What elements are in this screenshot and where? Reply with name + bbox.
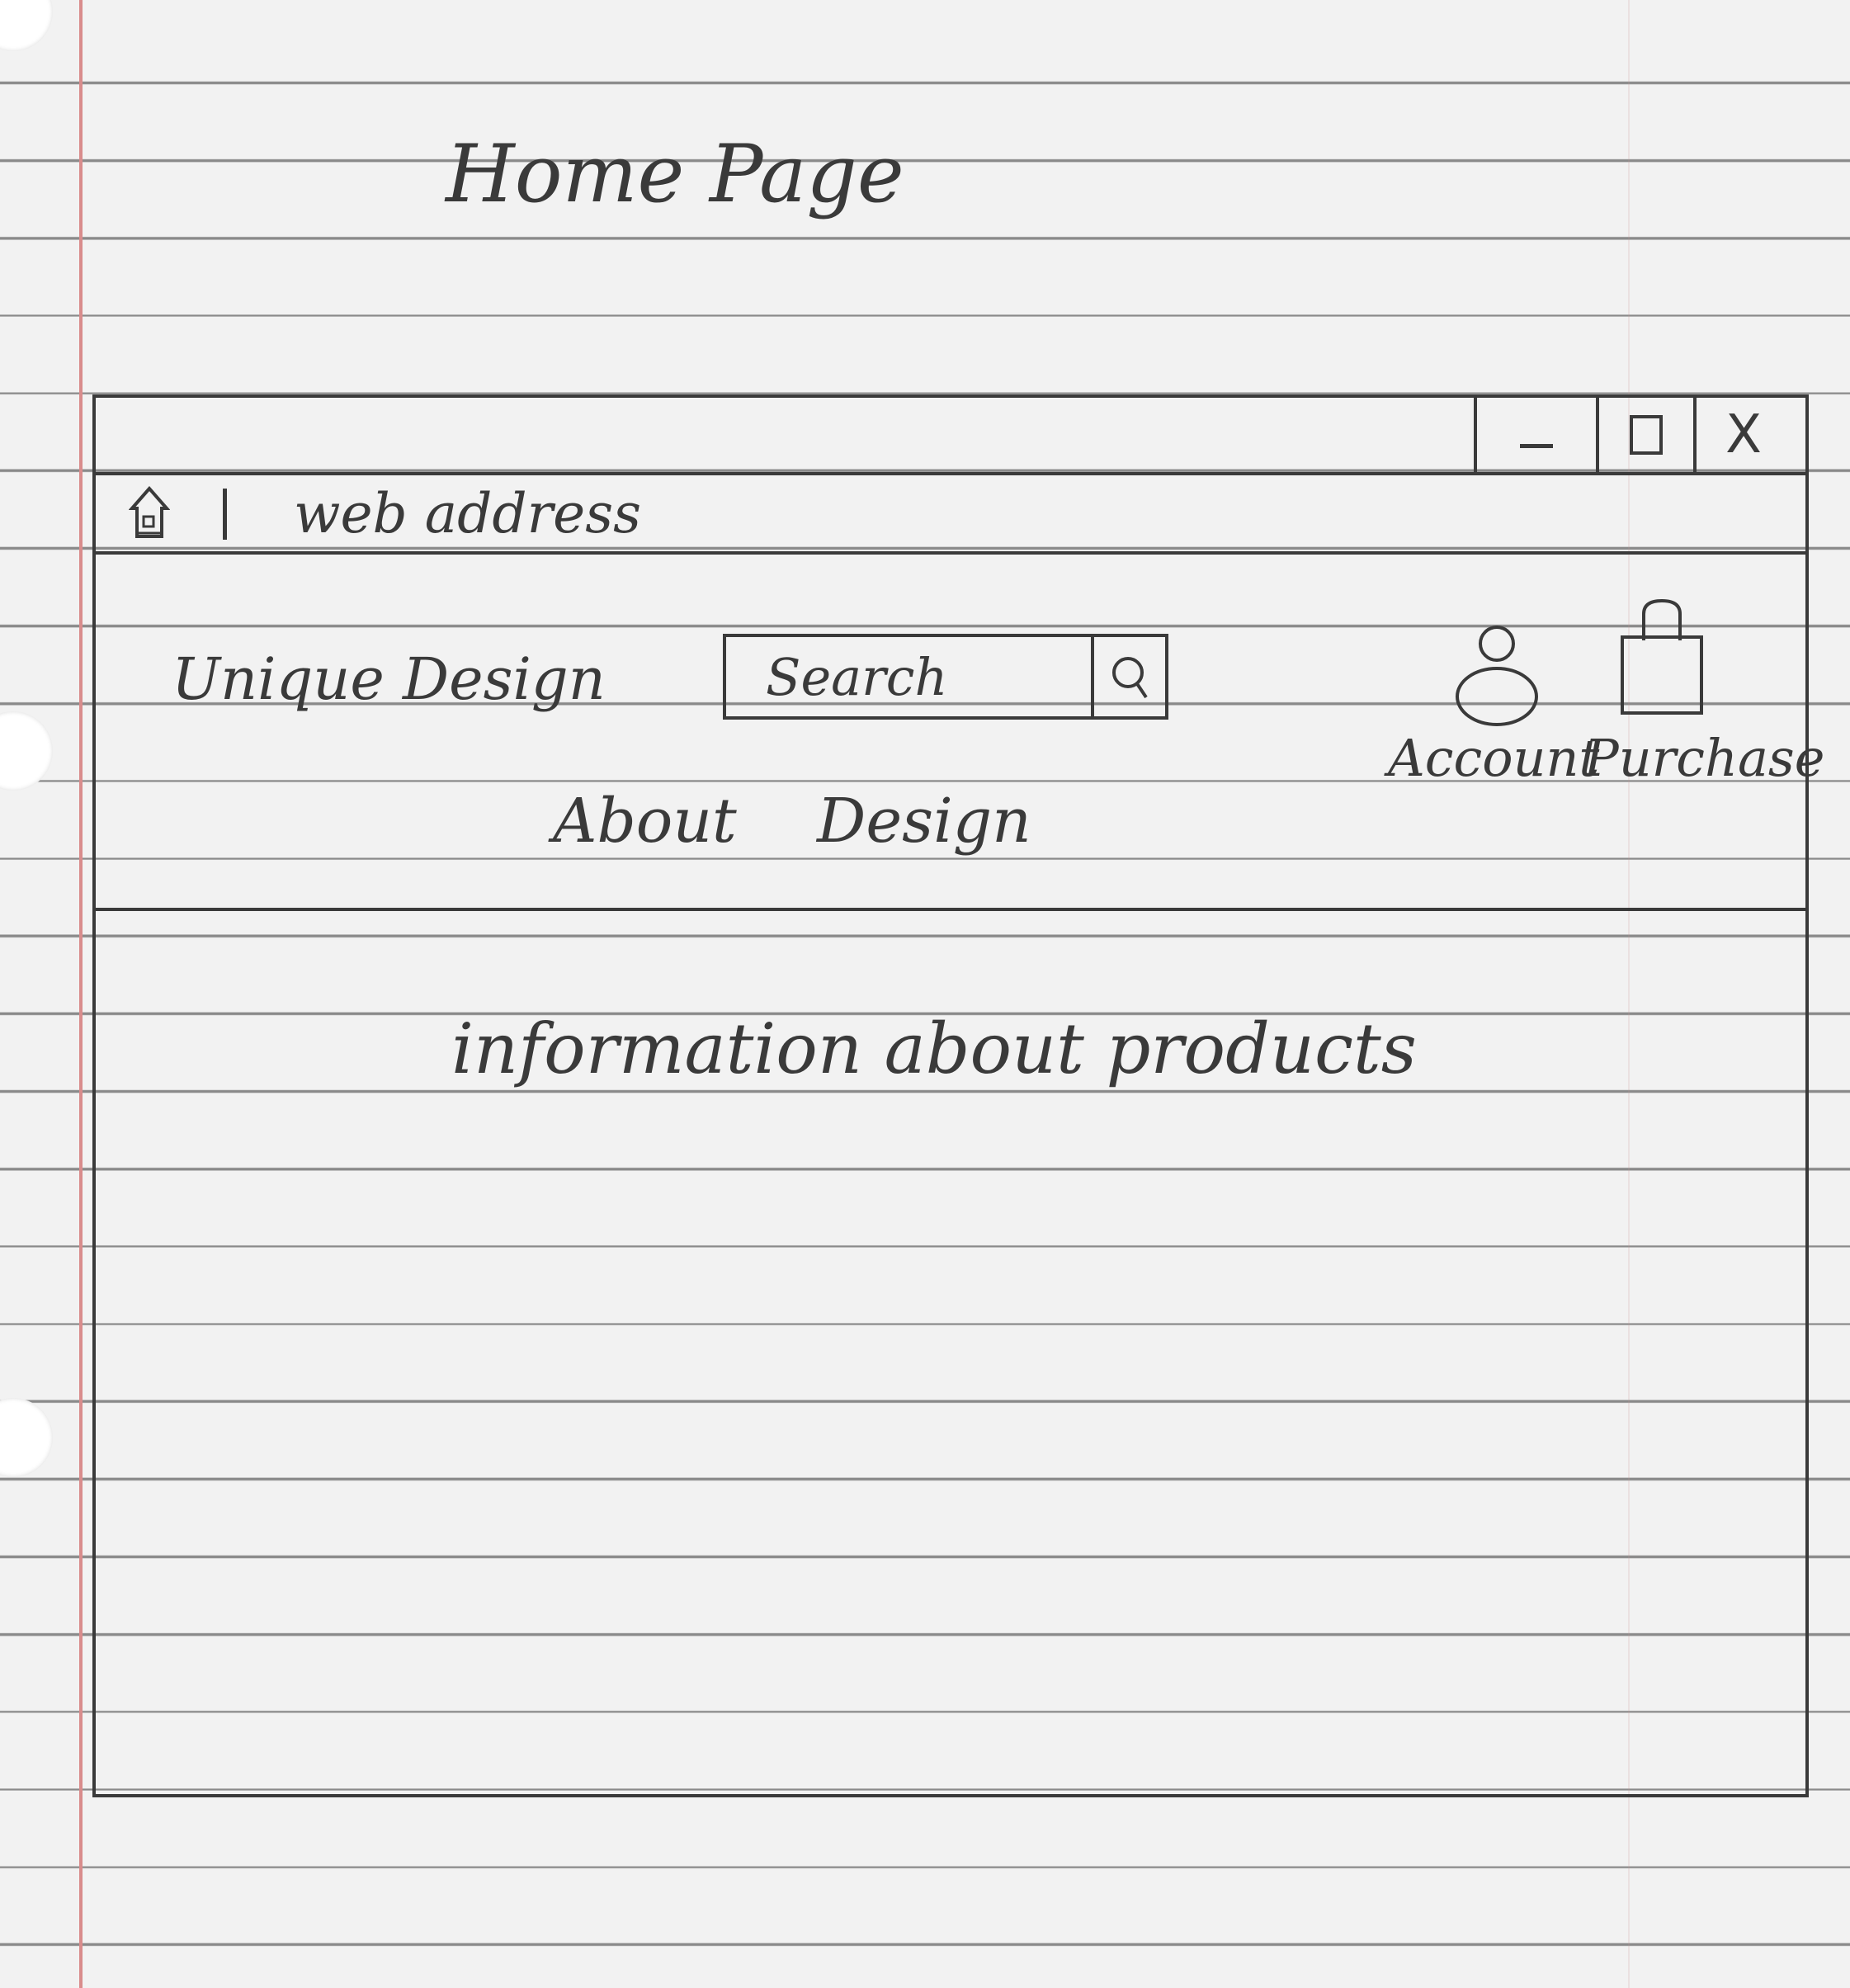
browser-window: X web address Unique Design Search Accou… — [92, 394, 1824, 1797]
maximize-button[interactable] — [1596, 398, 1693, 472]
header-divider — [96, 908, 1805, 911]
account-label: Account — [1388, 728, 1600, 788]
address-bar[interactable]: web address — [96, 475, 1805, 555]
nav-item-about[interactable]: About — [553, 786, 737, 857]
nav-item-design[interactable]: Design — [817, 786, 1031, 857]
shopping-bag-icon — [1621, 598, 1703, 715]
binder-hole — [0, 711, 53, 791]
close-button[interactable]: X — [1693, 398, 1791, 472]
account-link[interactable]: Account — [1388, 622, 1599, 788]
binder-hole — [0, 0, 53, 51]
notebook-margin-line — [79, 0, 83, 1988]
user-icon — [1456, 626, 1538, 726]
site-logo[interactable]: Unique Design — [172, 645, 606, 713]
search-placeholder: Search — [766, 647, 948, 707]
search-icon — [1112, 657, 1148, 699]
address-separator — [223, 489, 227, 540]
main-content-text: information about products — [451, 1008, 1417, 1089]
purchase-label: Purchase — [1584, 728, 1825, 788]
minimize-icon — [1520, 443, 1553, 448]
home-icon[interactable] — [129, 485, 170, 540]
minimize-button[interactable] — [1474, 398, 1596, 472]
binder-hole — [0, 1398, 53, 1477]
purchase-link[interactable]: Purchase — [1584, 597, 1824, 788]
window-titlebar[interactable]: X — [96, 398, 1805, 475]
close-icon: X — [1725, 404, 1762, 465]
address-text[interactable]: web address — [294, 482, 641, 545]
page-title: Home Page — [446, 128, 904, 220]
maximize-icon — [1630, 415, 1663, 455]
search-button[interactable] — [1091, 637, 1165, 716]
search-input[interactable]: Search — [723, 634, 1168, 720]
